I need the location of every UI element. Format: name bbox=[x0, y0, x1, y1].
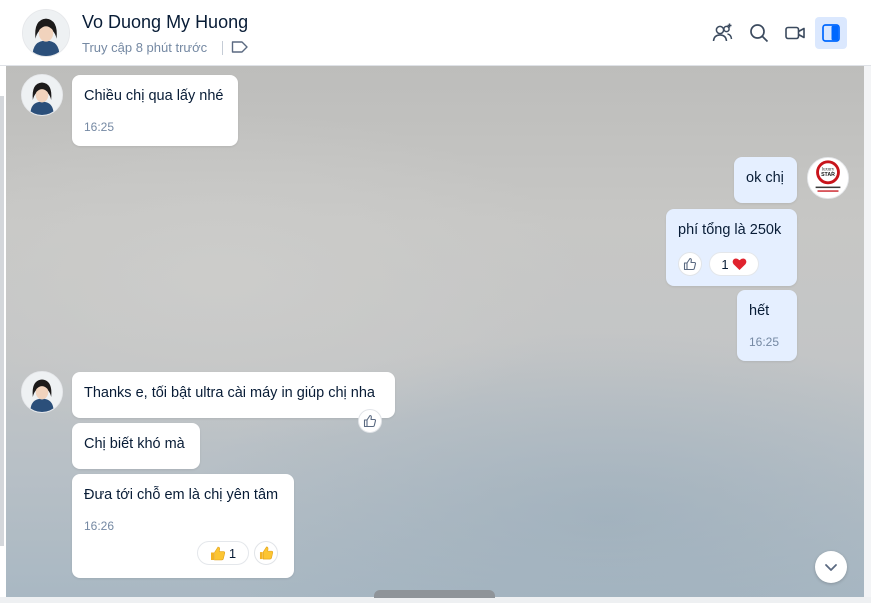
conversation-info-toggle[interactable] bbox=[815, 17, 847, 49]
my-avatar[interactable]: luxury STAR bbox=[807, 157, 849, 199]
message-text: phí tổng là 250k bbox=[678, 222, 782, 238]
left-panel-edge bbox=[0, 96, 4, 546]
scroll-to-bottom-button[interactable] bbox=[815, 551, 847, 583]
right-panel-edge bbox=[864, 66, 871, 603]
heart-icon bbox=[732, 258, 746, 270]
message-bubble-incoming[interactable]: Thanks e, tối bật ultra cài máy in giúp … bbox=[72, 372, 395, 418]
add-member-icon bbox=[712, 23, 733, 42]
chevron-down-icon bbox=[825, 564, 837, 571]
message-time: 16:26 bbox=[84, 519, 115, 533]
status-divider bbox=[222, 41, 223, 55]
react-button[interactable] bbox=[358, 409, 382, 433]
search-icon bbox=[750, 24, 769, 43]
reaction-count: 1 bbox=[721, 256, 729, 272]
tag-icon[interactable] bbox=[231, 40, 249, 54]
chat-header: Vo Duong My Huong Truy cập 8 phút trước bbox=[0, 0, 871, 66]
message-time: 16:25 bbox=[84, 120, 115, 134]
contact-avatar[interactable] bbox=[22, 9, 70, 57]
message-text: ok chị bbox=[746, 170, 784, 186]
reaction-count: 1 bbox=[228, 545, 237, 561]
message-text: Chị biết khó mà bbox=[84, 436, 185, 452]
message-bubble-incoming[interactable]: Chị biết khó mà bbox=[72, 423, 200, 469]
reaction-summary[interactable]: 1 bbox=[709, 252, 759, 276]
last-seen-status: Truy cập 8 phút trước bbox=[82, 40, 208, 55]
panel-toggle-icon bbox=[822, 24, 840, 42]
reaction-summary[interactable]: 1 bbox=[197, 541, 249, 565]
react-button[interactable] bbox=[254, 541, 278, 565]
message-bubble-incoming[interactable]: Chiều chị qua lấy nhé 16:25 bbox=[72, 75, 238, 146]
search-button[interactable] bbox=[743, 17, 775, 49]
luxury-star-logo: luxury STAR bbox=[808, 158, 848, 198]
sender-avatar[interactable] bbox=[21, 371, 63, 413]
video-call-button[interactable] bbox=[779, 17, 811, 49]
message-text: Thanks e, tối bật ultra cài máy in giúp … bbox=[84, 385, 375, 401]
message-time: 16:25 bbox=[749, 335, 780, 349]
message-text: hết bbox=[749, 303, 770, 319]
resize-handle[interactable] bbox=[374, 590, 495, 598]
message-bubble-outgoing[interactable]: hết 16:25 bbox=[737, 290, 797, 361]
message-text: Chiều chị qua lấy nhé bbox=[84, 88, 224, 104]
like-outline-icon bbox=[683, 257, 697, 271]
thumbs-up-emoji-icon bbox=[210, 546, 225, 560]
sender-avatar[interactable] bbox=[21, 74, 63, 116]
message-bubble-outgoing[interactable]: ok chị bbox=[734, 157, 797, 203]
video-call-icon bbox=[785, 26, 805, 40]
react-button[interactable] bbox=[678, 252, 702, 276]
message-text: Đưa tới chỗ em là chị yên tâm bbox=[84, 487, 279, 503]
thumbs-up-emoji-icon bbox=[259, 546, 273, 560]
contact-name[interactable]: Vo Duong My Huong bbox=[82, 12, 248, 33]
add-member-button[interactable] bbox=[706, 17, 738, 49]
like-outline-icon bbox=[363, 414, 377, 428]
svg-text:STAR: STAR bbox=[821, 172, 835, 178]
